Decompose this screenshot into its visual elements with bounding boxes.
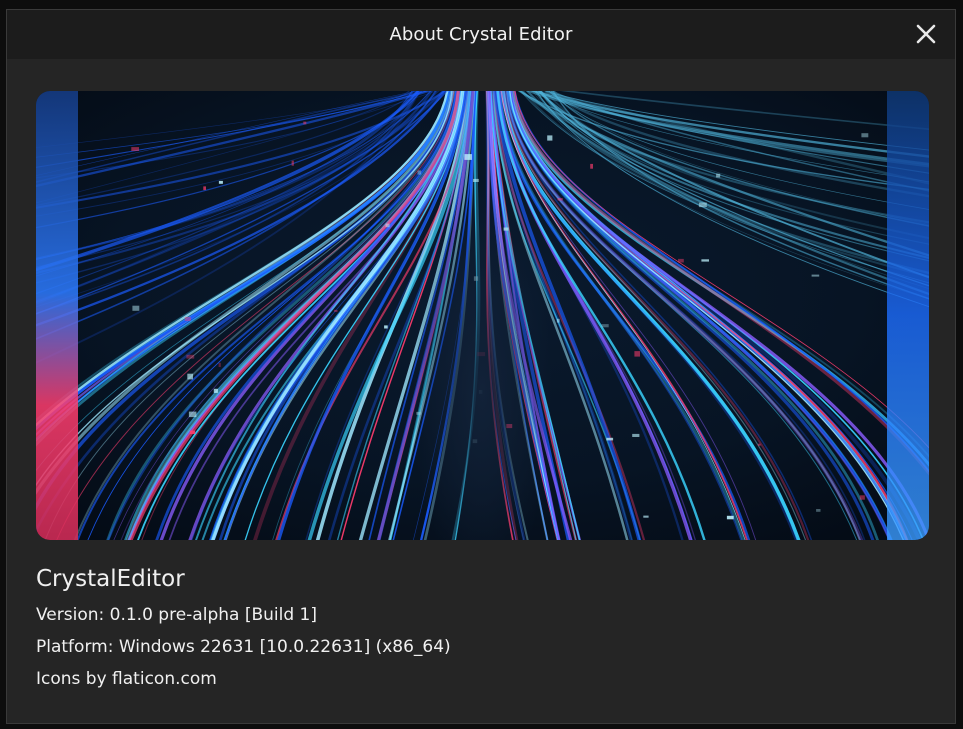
version-text: Version: 0.1.0 pre-alpha [Build 1] — [36, 605, 317, 625]
platform-text: Platform: Windows 22631 [10.0.22631] (x8… — [36, 637, 451, 657]
app-name: CrystalEditor — [36, 566, 185, 592]
dialog-title: About Crystal Editor — [389, 24, 573, 45]
banner-image — [36, 91, 929, 540]
close-button[interactable] — [913, 21, 939, 47]
credits-text: Icons by flaticon.com — [36, 669, 217, 689]
about-info: CrystalEditor Version: 0.1.0 pre-alpha [… — [36, 565, 451, 695]
close-icon — [916, 24, 936, 44]
about-dialog: About Crystal Editor CrystalEditor Versi… — [6, 9, 956, 724]
dialog-titlebar: About Crystal Editor — [7, 10, 955, 59]
